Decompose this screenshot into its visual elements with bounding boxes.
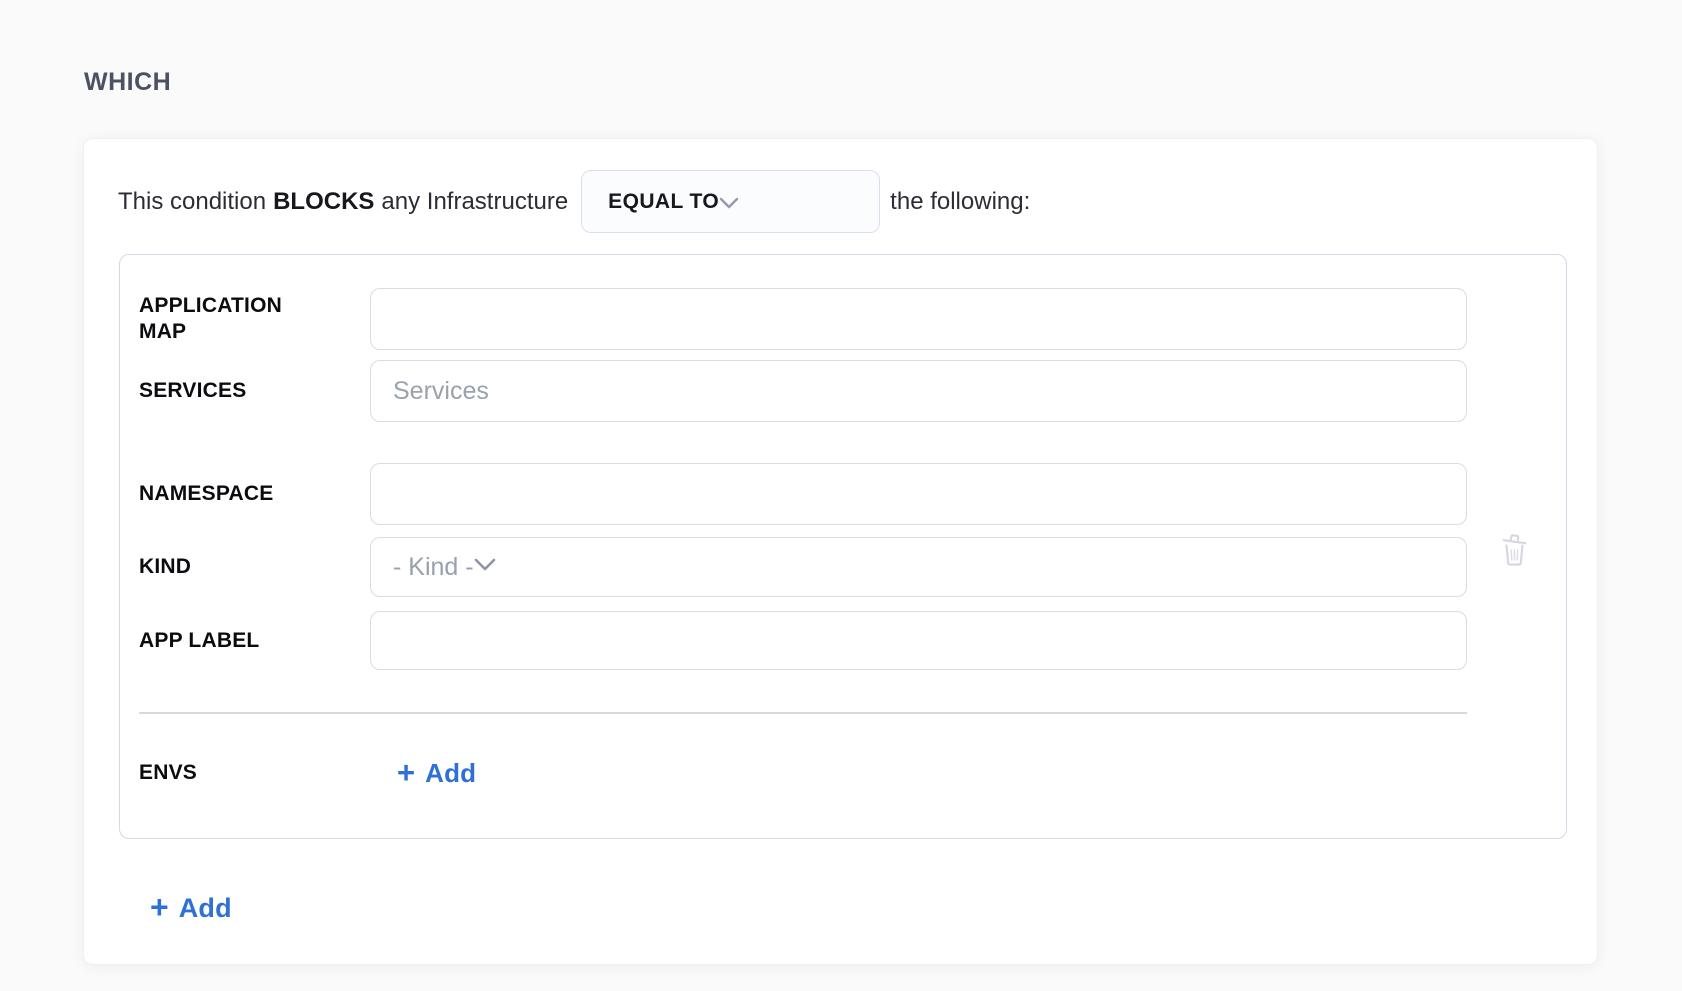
condition-prefix: This condition [118,188,266,216]
add-env-button[interactable]: + Add [397,758,476,789]
field-label: APPLICATION MAP [139,293,324,345]
condition-card: This condition BLOCKS any Infrastructure… [83,138,1598,965]
field-label: APP LABEL [139,628,324,654]
services-input[interactable] [370,360,1467,422]
add-condition-label: Add [179,893,232,924]
operator-select[interactable]: EQUAL TO [581,170,880,233]
infrastructure-fields-panel: APPLICATION MAP SERVICES NAMESPACE KIND … [119,254,1567,839]
condition-sentence: This condition BLOCKS any Infrastructure… [118,170,1565,233]
field-row: NAMESPACE [139,463,1566,525]
section-divider [139,712,1467,714]
delete-row-button[interactable] [1499,527,1530,569]
envs-row: ENVS + Add [139,745,1566,801]
field-row: SERVICES [139,360,1566,422]
trash-icon [1499,557,1530,572]
plus-icon: + [397,757,415,788]
namespace-input[interactable] [370,463,1467,525]
app-label-input[interactable] [370,611,1467,670]
field-row: KIND - Kind - [139,537,1566,597]
operator-selected-value: EQUAL TO [608,190,719,214]
chevron-down-icon [474,558,496,576]
condition-suffix: the following: [890,188,1030,216]
condition-verb: BLOCKS [273,188,374,216]
field-label: KIND [139,554,324,580]
condition-middle: any Infrastructure [381,188,568,216]
add-env-label: Add [425,758,476,789]
kind-select[interactable]: - Kind - [370,537,1467,597]
plus-icon: + [150,891,169,923]
application-map-input[interactable] [370,288,1467,350]
which-condition-page: WHICH This condition BLOCKS any Infrastr… [0,0,1682,991]
field-row: APPLICATION MAP [139,288,1566,350]
field-label: NAMESPACE [139,481,324,507]
kind-select-placeholder: - Kind - [393,553,474,582]
add-condition-button[interactable]: + Add [150,892,232,924]
field-label: ENVS [139,760,324,786]
field-row: APP LABEL [139,611,1566,670]
field-label: SERVICES [139,378,324,404]
page-title: WHICH [84,68,171,97]
chevron-down-icon [719,188,739,216]
